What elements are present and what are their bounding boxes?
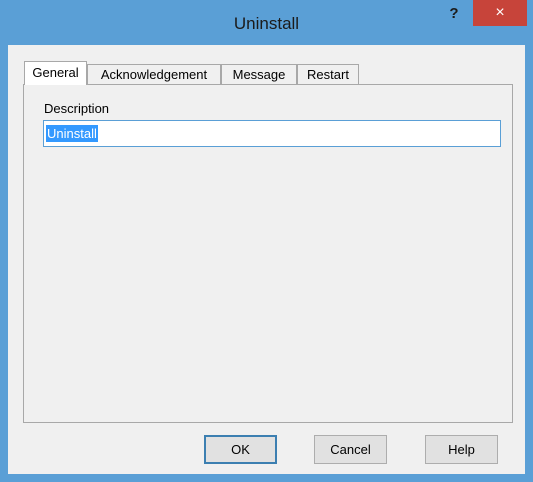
description-label: Description [44,101,110,116]
tab-acknowledgement[interactable]: Acknowledgement [87,64,221,84]
help-icon[interactable]: ? [437,4,471,26]
general-tab-panel: Description Uninstall [23,84,513,423]
description-value: Uninstall [46,125,98,142]
tab-restart[interactable]: Restart [297,64,359,84]
dialog-body: General Acknowledgement Message Restart … [8,45,525,474]
help-button[interactable]: Help [425,435,498,464]
close-icon[interactable]: × [473,0,527,26]
uninstall-dialog: Uninstall ? × General Acknowledgement Me… [0,0,533,482]
cancel-button[interactable]: Cancel [314,435,387,464]
ok-button[interactable]: OK [204,435,277,464]
title-bar[interactable]: Uninstall ? × [0,0,533,45]
tab-general[interactable]: General [24,61,87,85]
description-field[interactable]: Uninstall [43,120,501,147]
tab-message[interactable]: Message [221,64,297,84]
